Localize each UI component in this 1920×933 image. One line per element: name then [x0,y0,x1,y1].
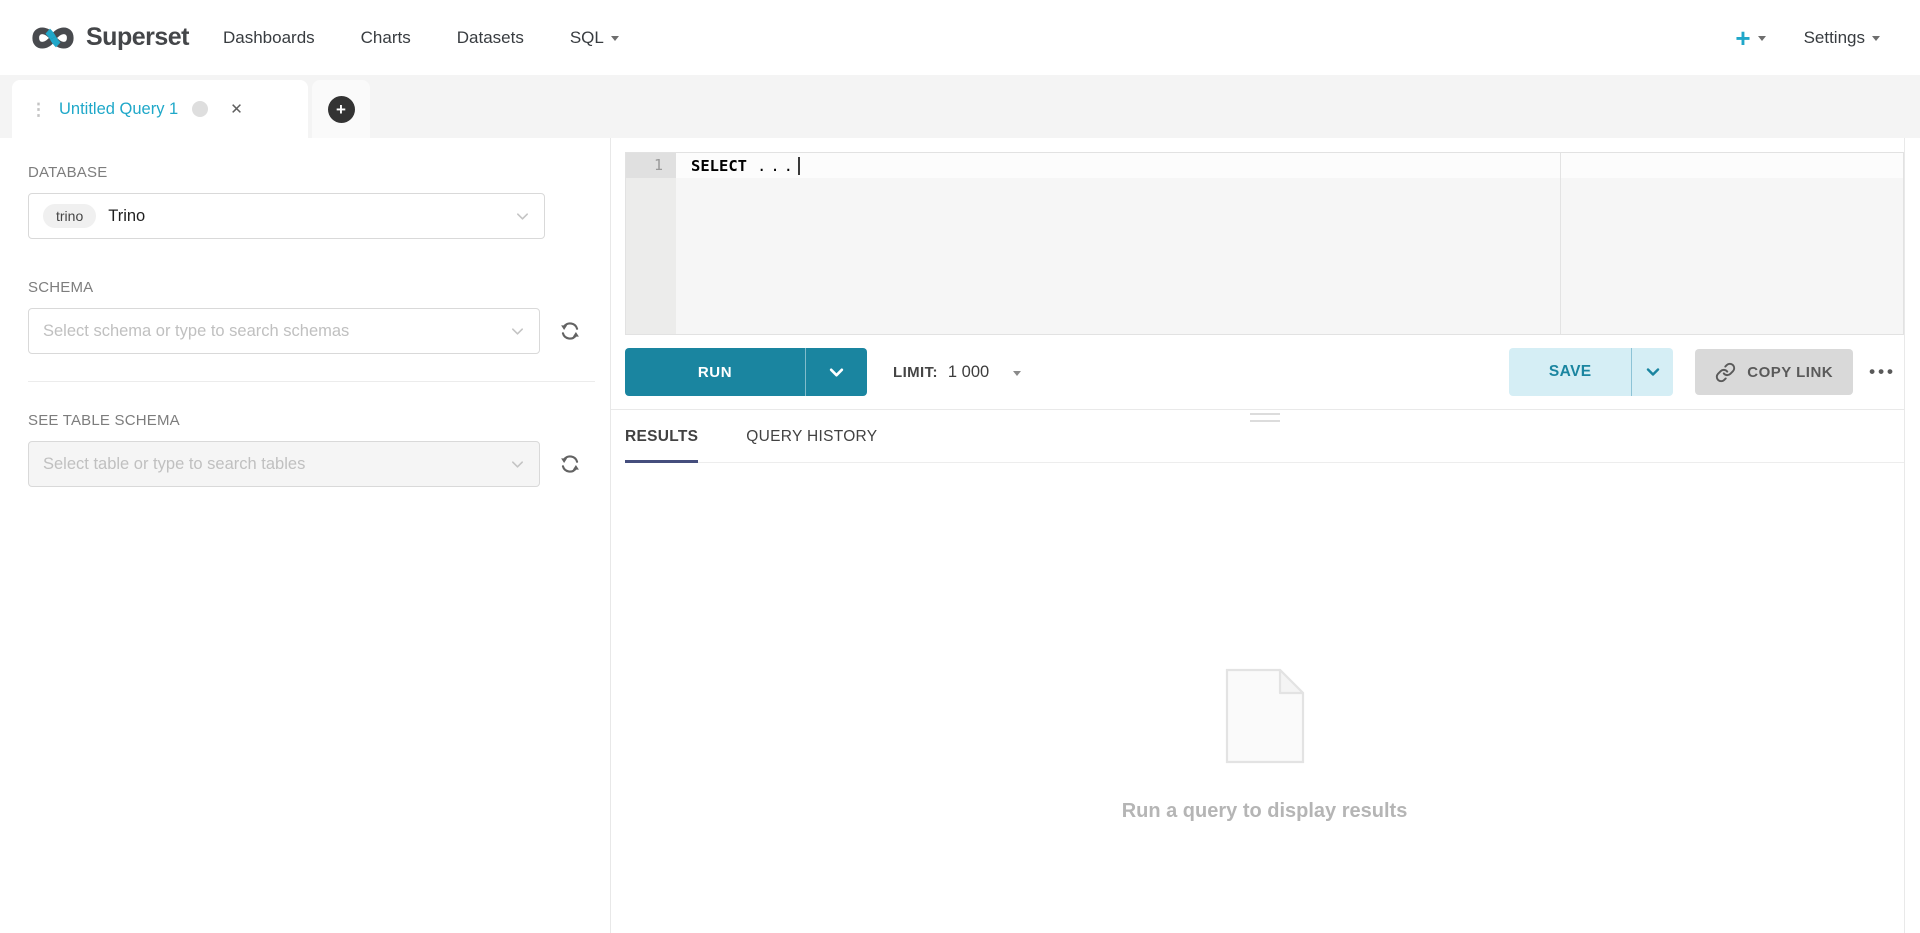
text-cursor [798,157,800,175]
save-options-button[interactable] [1631,348,1673,396]
pane-divider [611,409,1904,410]
editor-gutter: 1 [626,153,676,334]
chevron-down-icon [515,209,530,224]
plus-icon: + [1735,25,1750,51]
table-label: SEE TABLE SCHEMA [28,412,582,429]
tab-drag-icon[interactable]: ⋮ [30,101,47,118]
chevron-down-icon [510,324,525,339]
sidebar-divider [28,381,595,382]
superset-logo[interactable]: Superset [30,23,189,52]
tab-title: Untitled Query 1 [59,100,178,119]
run-button[interactable]: RUN [625,348,805,396]
editor-toolbar: RUN LIMIT: 1 000 SAVE [625,348,1904,396]
tab-results[interactable]: RESULTS [625,428,698,463]
close-tab-icon[interactable]: ✕ [230,100,243,118]
nav-datasets[interactable]: Datasets [457,28,524,48]
chevron-down-icon [1645,364,1661,380]
table-placeholder: Select table or type to search tables [43,455,305,474]
database-select[interactable]: trino Trino [28,193,545,239]
copy-link-label: COPY LINK [1747,364,1833,381]
add-tab-button[interactable]: + [312,80,370,138]
print-margin-line [1560,153,1561,334]
schema-placeholder: Select schema or type to search schemas [43,322,349,341]
database-field: DATABASE trino Trino [28,164,582,239]
code-line: SELECT ... [676,153,1903,178]
add-icon: + [328,96,355,123]
save-button[interactable]: SAVE [1509,348,1631,396]
chevron-down-icon [1872,36,1880,41]
tab-query-history[interactable]: QUERY HISTORY [746,428,877,462]
editor-code-area[interactable]: SELECT ... [676,153,1903,334]
database-label: DATABASE [28,164,582,181]
sqllab-app: Superset Dashboards Charts Datasets SQL … [0,0,1920,933]
save-button-group: SAVE [1509,348,1673,396]
copy-link-button[interactable]: COPY LINK [1695,349,1853,395]
table-select[interactable]: Select table or type to search tables [28,441,540,487]
nav-dashboards-label: Dashboards [223,28,315,48]
schema-label: SCHEMA [28,279,582,296]
superset-infinity-icon [30,24,76,52]
chevron-down-icon [828,364,845,381]
nav-dashboards[interactable]: Dashboards [223,28,315,48]
more-options-icon[interactable]: ••• [1869,362,1896,382]
chevron-down-icon [1758,36,1766,41]
nav-datasets-label: Datasets [457,28,524,48]
link-icon [1715,362,1736,383]
query-status-dot [192,101,208,117]
chevron-down-icon [611,36,619,41]
settings-menu[interactable]: Settings [1804,28,1880,48]
refresh-schemas-icon[interactable] [558,319,582,343]
nav-charts[interactable]: Charts [361,28,411,48]
refresh-tables-icon[interactable] [558,452,582,476]
chevron-down-icon [1013,371,1021,376]
nav-sql-menu[interactable]: SQL [570,28,619,48]
settings-label: Settings [1804,28,1865,48]
results-tab-bar: RESULTS QUERY HISTORY [625,428,1904,463]
tab-results-label: RESULTS [625,428,698,445]
chevron-down-icon [510,457,525,472]
sqllab-main: 1 SELECT ... RUN [611,138,1905,933]
results-empty-state: Run a query to display results [625,463,1904,933]
resize-handle[interactable] [1250,413,1280,422]
nav-links: Dashboards Charts Datasets SQL [223,28,619,48]
sql-rest: ... [757,157,797,175]
empty-state-text: Run a query to display results [1122,800,1408,823]
document-icon [1225,668,1305,764]
run-button-group: RUN [625,348,867,396]
nav-charts-label: Charts [361,28,411,48]
new-item-button[interactable]: + [1735,25,1765,51]
sql-editor[interactable]: 1 SELECT ... [625,152,1904,335]
content-area: DATABASE trino Trino SCHEMA Select schem [0,138,1920,933]
brand-name: Superset [86,23,189,52]
limit-dropdown[interactable]: LIMIT: 1 000 [893,363,1021,382]
top-nav: Superset Dashboards Charts Datasets SQL … [0,0,1920,75]
limit-label: LIMIT: [893,364,938,381]
add-glyph: + [336,101,346,118]
run-options-button[interactable] [805,348,867,396]
sqllab-sidebar: DATABASE trino Trino SCHEMA Select schem [0,138,611,933]
tab-query-history-label: QUERY HISTORY [746,428,877,445]
nav-sql-label: SQL [570,28,604,48]
line-number: 1 [626,153,676,178]
query-tab-strip: ⋮ Untitled Query 1 ✕ + [0,75,1920,138]
limit-value: 1 000 [948,363,989,382]
schema-field: SCHEMA Select schema or type to search s… [28,279,582,354]
schema-select[interactable]: Select schema or type to search schemas [28,308,540,354]
sql-keyword: SELECT [691,157,747,175]
database-engine-tag: trino [43,204,96,228]
query-tab-active[interactable]: ⋮ Untitled Query 1 ✕ [12,80,308,138]
table-field: SEE TABLE SCHEMA Select table or type to… [28,412,582,487]
nav-right: + Settings [1735,25,1880,51]
database-value: Trino [108,207,145,226]
